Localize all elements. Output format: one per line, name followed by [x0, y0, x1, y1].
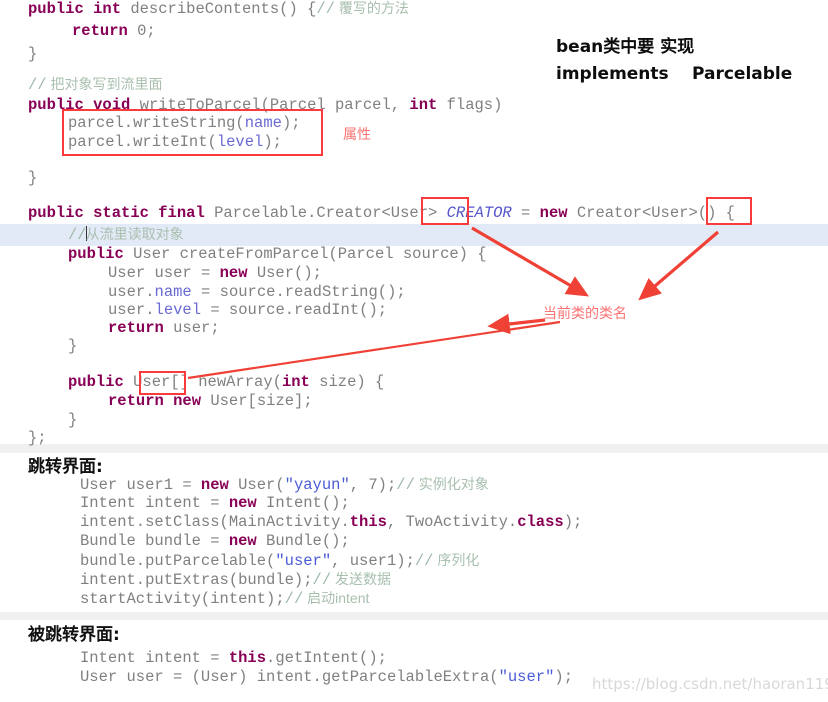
token-comment: // — [284, 590, 304, 608]
separator-band-bottom — [0, 612, 828, 620]
token-keyword: int — [281, 373, 310, 391]
token-plain: describeContents() { — [121, 0, 317, 18]
highlight-box-creator-generic-2 — [706, 197, 752, 225]
token-plain: Bundle(); — [256, 532, 350, 550]
section-header-jumped: 被跳转界面: — [28, 625, 120, 645]
token-plain: Intent intent = — [80, 494, 229, 512]
token-plain: Bundle bundle = — [80, 532, 229, 550]
highlight-box-creator-generic-1 — [421, 197, 469, 225]
token-keyword: this — [228, 649, 267, 667]
token-string: "user" — [498, 668, 555, 686]
annotation-title-implements: implements — [556, 64, 669, 84]
token-keyword: static — [93, 204, 149, 222]
token-keyword: new — [539, 204, 568, 222]
code-line: public static final Parcelable.Creator<U… — [0, 202, 828, 225]
token-comment-cjk: 启动intent — [303, 590, 370, 606]
token-comment: // — [316, 0, 335, 18]
token-keyword: return — [72, 22, 128, 40]
token-plain: .getIntent(); — [266, 649, 387, 667]
token-keyword: public — [28, 204, 84, 222]
token-plain: Intent(); — [256, 494, 350, 512]
annotation-attribute-note: 属性 — [343, 127, 371, 143]
token-comment-cjk: 把对象写到流里面 — [46, 76, 163, 92]
token-plain: , TwoActivity. — [386, 513, 518, 531]
highlight-box-newarray-type — [139, 371, 186, 395]
token-comment-cjk: 覆写的方法 — [334, 0, 409, 16]
token-keyword: class — [517, 513, 564, 531]
code-line: } — [0, 335, 828, 358]
code-line: } — [0, 43, 828, 66]
token-plain: } — [28, 45, 38, 63]
token-plain: Intent intent = — [80, 649, 229, 667]
token-keyword: public — [68, 373, 124, 391]
token-plain: User createFromParcel(Parcel source) { — [123, 245, 487, 263]
token-plain: User[size]; — [201, 392, 313, 410]
token-plain: }; — [28, 429, 47, 447]
token-keyword: this — [349, 513, 387, 531]
token-plain: size) { — [309, 373, 385, 391]
code-line: startActivity(intent);// 启动intent — [0, 587, 828, 610]
token-keyword: public — [28, 0, 84, 18]
token-plain: intent.setClass(MainActivity. — [80, 513, 350, 531]
code-line: public int describeContents() {// 覆写的方法 — [0, 0, 828, 20]
token-keyword: new — [228, 494, 257, 512]
token-keyword: new — [219, 264, 248, 282]
token-keyword: final — [158, 204, 205, 222]
token-plain: } — [28, 169, 38, 187]
token-plain: User user = (User) intent.getParcelableE… — [80, 668, 499, 686]
token-comment-cjk: 从流里读取对象 — [85, 226, 184, 242]
annotation-classname-note: 当前类的类名 — [543, 306, 627, 322]
token-plain: User(); — [247, 264, 322, 282]
code-line: } — [0, 167, 828, 190]
watermark-url: https://blog.csdn.net/haoran1195 — [592, 675, 828, 693]
highlight-box-write-fields — [62, 109, 323, 156]
token-plain: ); — [554, 668, 573, 686]
token-comment: // — [68, 226, 87, 244]
code-line: }; — [0, 427, 828, 450]
token-keyword: new — [228, 532, 257, 550]
token-plain: ); — [563, 513, 583, 531]
token-comment-cjk: 发送数据 — [331, 571, 392, 587]
code-editor-canvas: public int describeContents() {// 覆写的方法 … — [0, 0, 828, 702]
token-comment-cjk: 实例化对象 — [414, 476, 489, 492]
code-line: return 0; — [0, 20, 828, 43]
token-plain: = — [511, 204, 540, 222]
token-plain: startActivity(intent); — [80, 590, 285, 608]
token-keyword: int — [93, 0, 122, 18]
token-plain: } — [68, 337, 78, 355]
token-comment-cjk: 序列化 — [433, 552, 480, 568]
token-keyword: public — [68, 245, 124, 263]
token-plain: Parcelable.Creator<User> — [204, 204, 447, 222]
token-plain: 0; — [127, 22, 156, 40]
annotation-title-parcelable: Parcelable — [692, 64, 793, 84]
token-plain: User user = — [108, 264, 220, 282]
token-comment: // — [28, 76, 47, 94]
annotation-title-line1: bean类中要 实现 — [556, 37, 695, 57]
